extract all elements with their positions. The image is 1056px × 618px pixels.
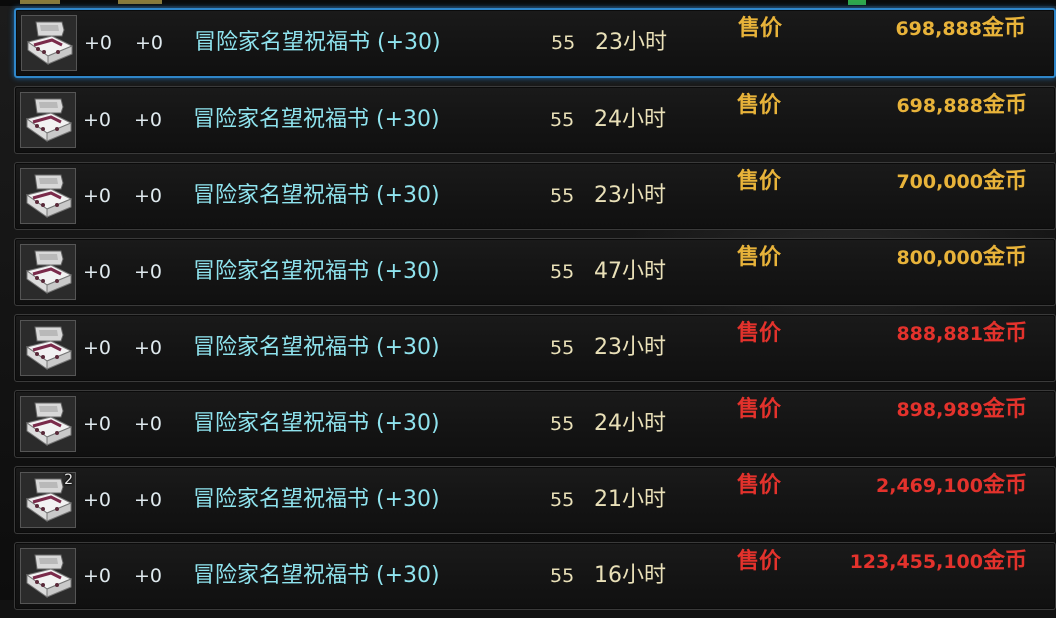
price-value: 698,888金币 <box>895 14 1026 44</box>
item-name: 冒险家名望祝福书 (+30) <box>193 107 440 132</box>
price-value: 123,455,100金币 <box>850 547 1027 577</box>
remaining-time: 16小时 <box>594 563 666 588</box>
remaining-time: 23小时 <box>594 183 666 208</box>
price-value: 888,881金币 <box>896 319 1027 349</box>
scroll-book-icon[interactable] <box>20 396 76 452</box>
price-unit: 金币 <box>982 473 1027 498</box>
item-name: 冒险家名望祝福书 (+30) <box>193 411 440 436</box>
listing-row[interactable]: 2 +0 +0 冒险家名望祝福书 (+30) 55 21小时 售价 2,469,… <box>14 466 1056 534</box>
price-unit: 金币 <box>982 549 1027 574</box>
item-name: 冒险家名望祝福书 (+30) <box>193 259 440 284</box>
scroll-book-icon[interactable] <box>21 15 77 71</box>
price-amount: 123,455,100 <box>849 551 983 573</box>
header-green-marker <box>848 0 866 5</box>
price-amount: 2,469,100 <box>876 475 983 497</box>
scroll-book-icon[interactable] <box>20 548 76 604</box>
price-value: 2,469,100金币 <box>876 471 1027 501</box>
price-label: 售价 <box>738 16 783 41</box>
attr-a: +0 <box>83 261 112 283</box>
auction-listing: +0 +0 冒险家名望祝福书 (+30) 55 23小时 售价 698,888金… <box>14 8 1056 618</box>
item-level: 55 <box>550 261 575 283</box>
stack-count: 2 <box>64 472 73 488</box>
remaining-time: 23小时 <box>595 30 667 55</box>
price-label: 售价 <box>737 549 782 574</box>
attr-b: +0 <box>134 185 163 207</box>
item-level: 55 <box>550 109 575 131</box>
item-name: 冒险家名望祝福书 (+30) <box>193 487 440 512</box>
header-strip <box>0 0 1056 6</box>
item-name: 冒险家名望祝福书 (+30) <box>193 183 440 208</box>
listing-row[interactable]: +0 +0 冒险家名望祝福书 (+30) 55 24小时 售价 698,888金… <box>14 86 1056 154</box>
listing-row[interactable]: +0 +0 冒险家名望祝福书 (+30) 55 23小时 售价 698,888金… <box>14 8 1056 78</box>
price-unit: 金币 <box>982 93 1027 118</box>
item-level: 55 <box>550 337 575 359</box>
price-unit: 金币 <box>982 169 1027 194</box>
price-unit: 金币 <box>982 397 1027 422</box>
attr-a: +0 <box>83 337 112 359</box>
remaining-time: 24小时 <box>594 107 666 132</box>
attr-a: +0 <box>83 109 112 131</box>
price-label: 售价 <box>737 245 782 270</box>
price-label: 售价 <box>737 93 782 118</box>
item-level: 55 <box>550 565 575 587</box>
price-value: 800,000金币 <box>896 243 1027 273</box>
price-value: 898,989金币 <box>896 395 1027 425</box>
price-value: 700,000金币 <box>896 167 1027 197</box>
remaining-time: 47小时 <box>594 259 666 284</box>
price-amount: 800,000 <box>896 247 983 269</box>
price-amount: 898,989 <box>896 399 983 421</box>
attr-b: +0 <box>134 413 163 435</box>
price-amount: 888,881 <box>896 323 983 345</box>
price-value: 698,888金币 <box>896 91 1027 121</box>
attr-b: +0 <box>135 32 164 54</box>
scroll-book-icon[interactable] <box>20 320 76 376</box>
item-name: 冒险家名望祝福书 (+30) <box>193 563 440 588</box>
remaining-time: 23小时 <box>594 335 666 360</box>
attr-b: +0 <box>134 261 163 283</box>
price-unit: 金币 <box>981 16 1026 41</box>
attr-b: +0 <box>134 489 163 511</box>
attr-a: +0 <box>83 413 112 435</box>
scroll-book-icon[interactable] <box>20 244 76 300</box>
price-label: 售价 <box>737 473 782 498</box>
attr-b: +0 <box>134 337 163 359</box>
item-name: 冒险家名望祝福书 (+30) <box>193 335 440 360</box>
price-unit: 金币 <box>982 321 1027 346</box>
price-unit: 金币 <box>982 245 1027 270</box>
price-amount: 698,888 <box>895 18 982 40</box>
price-label: 售价 <box>737 169 782 194</box>
attr-b: +0 <box>134 109 163 131</box>
attr-b: +0 <box>134 565 163 587</box>
item-level: 55 <box>550 185 575 207</box>
item-level: 55 <box>550 413 575 435</box>
price-amount: 698,888 <box>896 95 983 117</box>
price-amount: 700,000 <box>896 171 983 193</box>
scroll-book-icon[interactable]: 2 <box>20 472 76 528</box>
price-label: 售价 <box>737 397 782 422</box>
listing-row[interactable]: +0 +0 冒险家名望祝福书 (+30) 55 47小时 售价 800,000金… <box>14 238 1056 306</box>
listing-row[interactable]: +0 +0 冒险家名望祝福书 (+30) 55 24小时 售价 898,989金… <box>14 390 1056 458</box>
listing-row[interactable]: +0 +0 冒险家名望祝福书 (+30) 55 23小时 售价 700,000金… <box>14 162 1056 230</box>
attr-a: +0 <box>83 489 112 511</box>
remaining-time: 24小时 <box>594 411 666 436</box>
attr-a: +0 <box>83 185 112 207</box>
remaining-time: 21小时 <box>594 487 666 512</box>
item-name: 冒险家名望祝福书 (+30) <box>194 30 441 55</box>
price-label: 售价 <box>737 321 782 346</box>
scroll-book-icon[interactable] <box>20 168 76 224</box>
attr-a: +0 <box>84 32 113 54</box>
item-level: 55 <box>550 489 575 511</box>
attr-a: +0 <box>83 565 112 587</box>
scroll-book-icon[interactable] <box>20 92 76 148</box>
listing-row[interactable]: +0 +0 冒险家名望祝福书 (+30) 55 23小时 售价 888,881金… <box>14 314 1056 382</box>
item-level: 55 <box>551 32 576 54</box>
